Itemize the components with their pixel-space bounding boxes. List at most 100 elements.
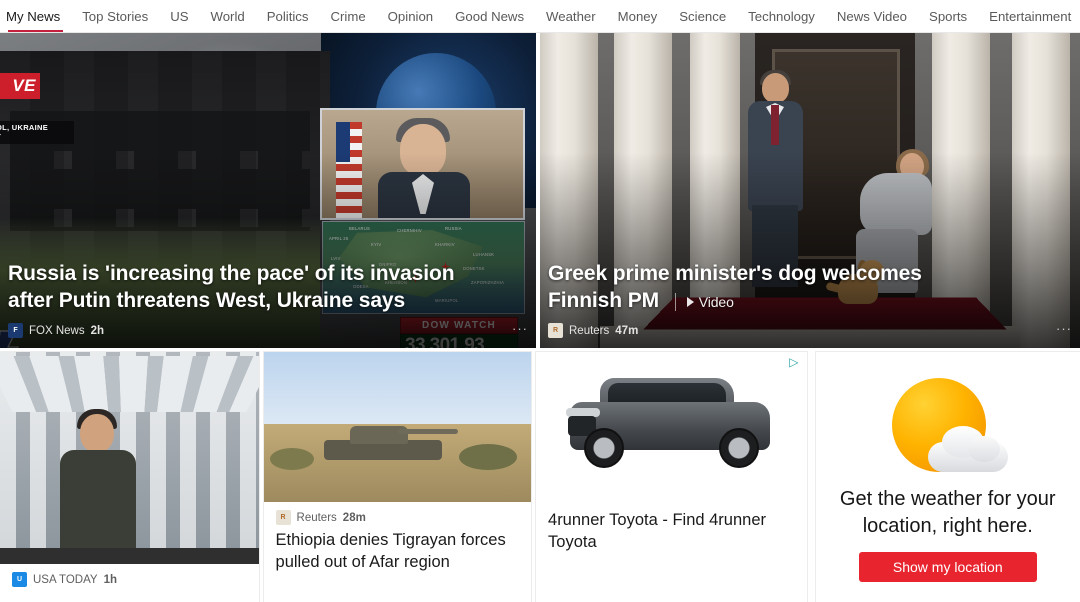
chyron-line-1: OL, UKRAINE: [0, 123, 49, 132]
map-label: LUHANSK: [473, 252, 495, 257]
source-name: Reuters: [569, 324, 610, 337]
nav-tab-good-news[interactable]: Good News: [444, 0, 535, 32]
card-headline: Ethiopia denies Tigrayan forces pulled o…: [275, 531, 506, 571]
weather-promo-card[interactable]: Get the weather for your location, right…: [815, 352, 1080, 602]
tank-barrel: [397, 429, 458, 434]
source-time: 2h: [90, 324, 105, 337]
vehicle-wheel: [718, 428, 759, 468]
ad-choices-icon[interactable]: ▷: [789, 356, 798, 368]
hero-secondary-text: Greek prime minister's dog welcomes Finn…: [540, 260, 1080, 348]
hero-secondary-headline: Greek prime minister's dog welcomes Finn…: [548, 260, 1068, 315]
nav-tab-sports[interactable]: Sports: [918, 0, 978, 32]
nav-tab-science[interactable]: Science: [668, 0, 737, 32]
weather-headline-line-1: Get the weather for your: [839, 488, 1056, 510]
headline-line-1: Greek prime minister's dog welcomes: [548, 261, 922, 285]
nav-tab-crime[interactable]: Crime: [320, 0, 377, 32]
nav-tab-technology[interactable]: Technology: [737, 0, 826, 32]
card-thumbnail: [263, 352, 532, 502]
location-chyron: OL, UKRAINE Y: [0, 121, 74, 144]
reuters-logo-icon: R: [548, 323, 563, 338]
figure-head: [762, 73, 789, 103]
us-flag-canton: [336, 122, 350, 162]
map-label: KYIV: [371, 242, 382, 247]
reuters-logo-icon: R: [275, 510, 291, 525]
map-label: RUSSIA: [445, 226, 462, 231]
person-figure: [52, 409, 144, 564]
hero-primary-text: Russia is 'increasing the pace' of its i…: [0, 260, 536, 348]
source-name: Reuters: [296, 511, 337, 524]
card-meta: U USA TODAY 1h: [12, 572, 247, 587]
card-body: R Reuters 28m Ethiopia denies Tigrayan f…: [264, 502, 532, 584]
fox-news-logo-icon: F: [8, 323, 23, 338]
card-thumbnail: [0, 352, 259, 564]
story-card-usa-today[interactable]: U USA TODAY 1h: [0, 352, 259, 602]
usa-today-logo-icon: U: [12, 572, 27, 587]
map-label: APRIL 25: [329, 236, 349, 241]
news-anchor-inset: [320, 108, 525, 220]
nav-tab-opinion[interactable]: Opinion: [377, 0, 444, 32]
hero-secondary-meta: R Reuters 47m: [548, 323, 1068, 342]
nav-tab-top-stories[interactable]: Top Stories: [71, 0, 159, 32]
suv-vehicle-graphic: [564, 372, 779, 482]
greek-pm-figure: [740, 70, 810, 288]
story-card-row: U USA TODAY 1h R Reuters 28m Ethiopia de…: [0, 352, 1080, 602]
figure-body: [60, 450, 136, 564]
show-my-location-button[interactable]: Show my location: [858, 552, 1037, 583]
nav-tab-money[interactable]: Money: [607, 0, 669, 32]
cloud-puff: [967, 436, 1000, 462]
headline-line-2: after Putin threatens West, Ukraine says: [8, 289, 406, 313]
bush-graphic: [269, 448, 314, 470]
tank-graphic: [323, 418, 458, 464]
video-label: Video: [698, 293, 734, 310]
floor-graphic: [0, 548, 259, 564]
news-feed: BELARUS CHERNIHIV RUSSIA KYIV APRIL 25 L…: [0, 33, 1080, 602]
ad-body: 4runner Toyota - Find 4runner Toyota: [536, 502, 806, 564]
play-icon: [686, 296, 694, 307]
source-name: USA TODAY: [33, 573, 98, 586]
ad-image: ▷: [536, 352, 807, 502]
hero-row: BELARUS CHERNIHIV RUSSIA KYIV APRIL 25 L…: [0, 33, 1080, 348]
ad-headline[interactable]: 4runner Toyota - Find 4runner Toyota: [548, 510, 794, 554]
source-time: 28m: [342, 511, 366, 524]
nav-tab-my-news[interactable]: My News: [0, 0, 71, 32]
hero-primary-meta: F FOX News 2h: [8, 323, 524, 342]
sun-behind-cloud-icon: [882, 374, 1014, 480]
ceiling-graphic: [0, 356, 259, 412]
map-label: BELARUS: [349, 226, 370, 231]
hero-card-greek-pm-dog[interactable]: Greek prime minister's dog welcomes Finn…: [540, 33, 1080, 348]
vehicle-wheel: [583, 428, 624, 468]
card-meta: R Reuters 28m: [275, 510, 520, 525]
nav-tab-us[interactable]: US: [159, 0, 199, 32]
figure-torso: [860, 173, 932, 235]
weather-headline-line-2: location, right here.: [862, 515, 1033, 538]
story-card-ethiopia[interactable]: R Reuters 28m Ethiopia denies Tigrayan f…: [263, 352, 532, 602]
card-body: U USA TODAY 1h: [0, 564, 259, 602]
headline-line-2: Finnish PM: [548, 289, 659, 313]
hero-primary-headline: Russia is 'increasing the pace' of its i…: [8, 260, 524, 315]
category-navigation-bar[interactable]: My News Top Stories US World Politics Cr…: [0, 0, 1080, 33]
hero-card-russia-invasion[interactable]: BELARUS CHERNIHIV RUSSIA KYIV APRIL 25 L…: [0, 33, 536, 348]
hero-primary-overflow-menu-icon[interactable]: ···: [512, 321, 528, 336]
chyron-line-2: Y: [0, 132, 70, 141]
nav-tab-weather[interactable]: Weather: [535, 0, 607, 32]
anchor-head: [400, 124, 446, 176]
live-banner: VE: [0, 73, 40, 99]
map-label: CHERNIHIV: [397, 228, 422, 233]
nav-tab-politics[interactable]: Politics: [256, 0, 320, 32]
map-label: KHARKIV: [435, 242, 455, 247]
headline-line-1: Russia is 'increasing the pace' of its i…: [8, 261, 455, 285]
bush-graphic: [459, 444, 518, 470]
video-badge[interactable]: Video: [674, 292, 734, 311]
live-label: VE: [12, 76, 36, 95]
source-time: 47m: [615, 324, 639, 337]
source-name: FOX News: [29, 324, 85, 337]
nav-tab-entertainment[interactable]: Entertainment: [978, 0, 1080, 32]
advertisement-card[interactable]: ▷ 4runner Toyota - Find 4runner Toyota: [536, 352, 807, 602]
source-time: 1h: [103, 573, 117, 586]
nav-tab-world[interactable]: World: [200, 0, 256, 32]
headline-line-2-row: Finnish PM Video: [548, 287, 1068, 315]
hero-secondary-overflow-menu-icon[interactable]: ···: [1056, 321, 1072, 336]
nav-tab-news-video[interactable]: News Video: [826, 0, 918, 32]
cloud-graphic: [927, 426, 1008, 472]
figure-tie: [771, 105, 779, 145]
